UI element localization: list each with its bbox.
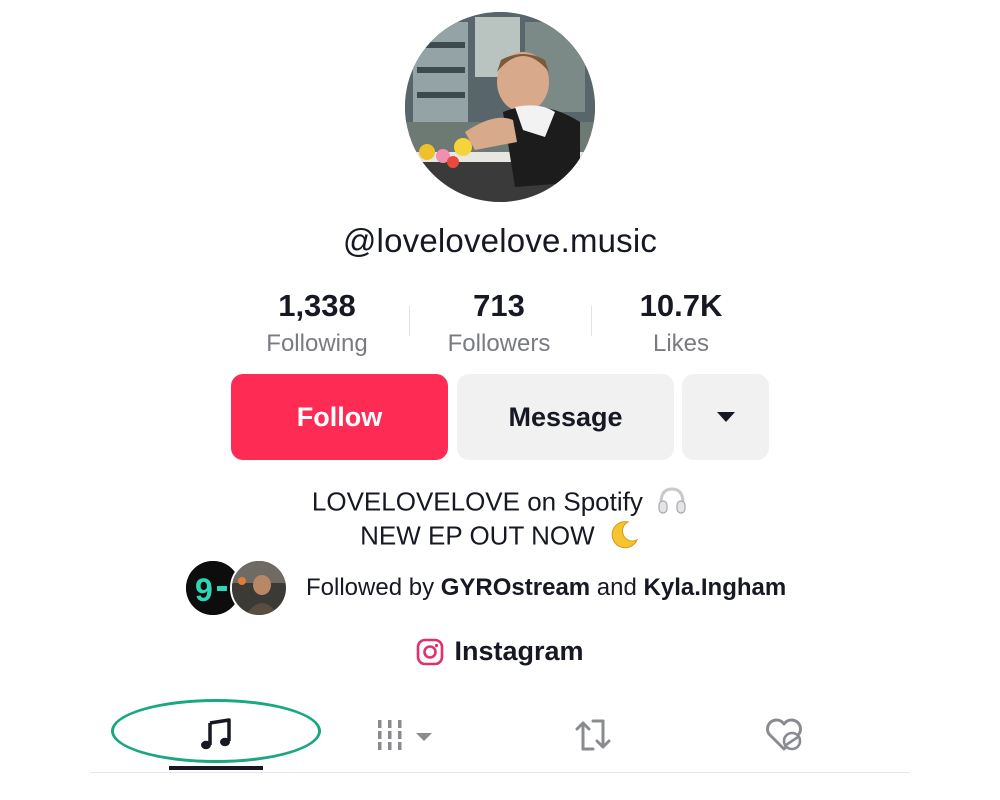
bio-text-2: NEW EP OUT NOW xyxy=(360,520,595,551)
tab-videos[interactable] xyxy=(358,700,458,770)
likes-label: Likes xyxy=(652,330,710,357)
stat-following[interactable]: 1,338 Following xyxy=(227,288,407,364)
followed-by-user-1[interactable]: GYROstream xyxy=(441,574,590,601)
bio-line-2: NEW EP OUT NOW xyxy=(0,518,1000,557)
heart-hidden-icon xyxy=(766,718,802,751)
following-count: 1,338 xyxy=(278,288,356,323)
followed-by-joiner: and xyxy=(596,574,637,601)
stat-followers[interactable]: 713 Followers xyxy=(409,288,589,364)
tab-reposts[interactable] xyxy=(550,700,636,770)
bio-text-1: LOVELOVELOVE on Spotify xyxy=(311,486,643,517)
instagram-label: Instagram xyxy=(454,636,584,666)
followed-by-text: Followed by GYROstream and Kyla.Ingham xyxy=(306,574,786,602)
profile-stats: 1,338 Following 713 Followers 10.7K Like… xyxy=(0,288,1000,368)
tab-liked[interactable] xyxy=(741,700,827,770)
highlight-annotation xyxy=(111,699,321,763)
instagram-icon xyxy=(416,638,444,666)
message-button[interactable]: Message xyxy=(457,374,674,460)
stat-likes: 10.7K Likes xyxy=(591,288,771,364)
repost-icon xyxy=(575,719,611,751)
follower-avatar-kyla xyxy=(230,559,288,617)
profile-handle: @lovelovelove.music xyxy=(342,222,658,259)
following-label: Following xyxy=(266,330,368,357)
active-tab-indicator xyxy=(169,766,263,770)
followed-by[interactable]: 9 Followed by GYROstream and Kyla.Ingham xyxy=(186,559,786,617)
follow-button[interactable]: Follow xyxy=(231,374,448,460)
grid-icon xyxy=(378,720,432,750)
instagram-link[interactable]: Instagram xyxy=(0,636,1000,667)
svg-text:9: 9 xyxy=(195,572,213,608)
profile-photo xyxy=(405,12,595,202)
more-options-button[interactable] xyxy=(682,374,769,460)
followers-count: 713 xyxy=(473,288,525,323)
avatar[interactable] xyxy=(405,12,595,202)
crescent-moon-emoji xyxy=(608,518,640,557)
followers-label: Followers xyxy=(447,330,551,357)
likes-count: 10.7K xyxy=(639,288,723,323)
followed-by-user-2[interactable]: Kyla.Ingham xyxy=(644,574,787,601)
followed-by-prefix: Followed by xyxy=(306,574,435,601)
caret-down-icon xyxy=(716,412,735,422)
